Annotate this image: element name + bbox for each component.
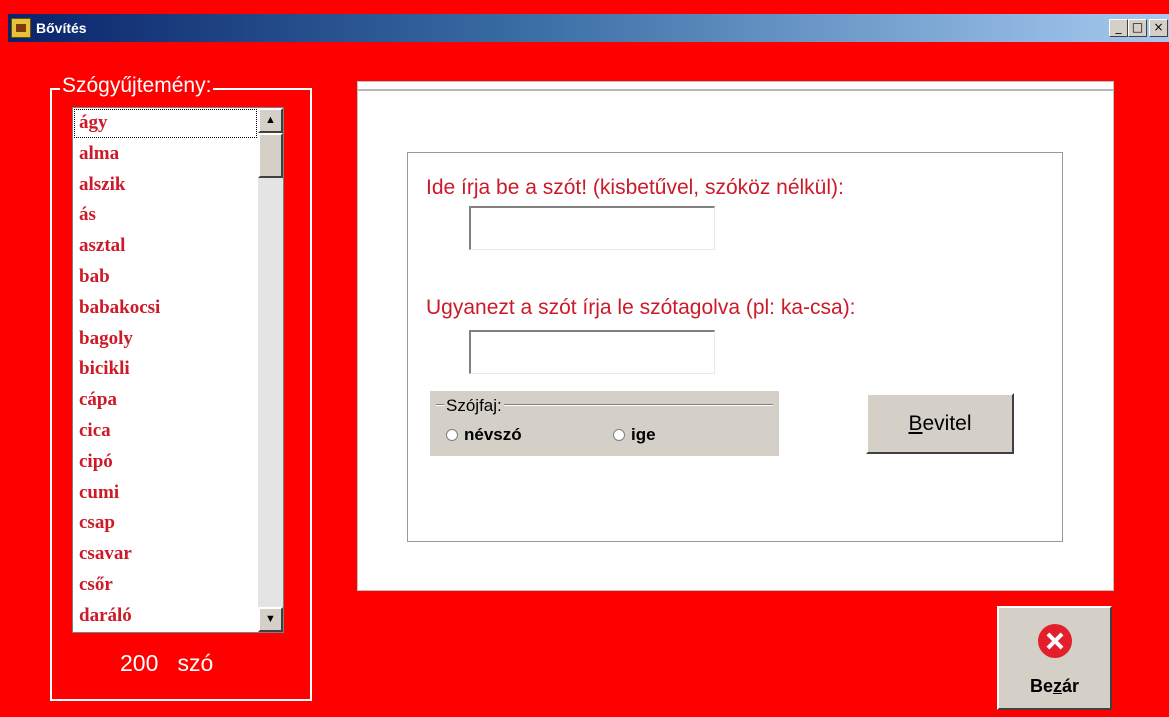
part-of-speech-group: Szójfaj: névszó ige (430, 391, 779, 456)
list-scrollbar[interactable]: ▲ ▼ (258, 108, 283, 632)
word-list-items: ágy alma alszik ás asztal bab babakocsi bagoly b… (73, 108, 258, 632)
submit-label-rest: evitel (922, 412, 972, 435)
close-window-button[interactable]: × (1149, 19, 1168, 37)
list-item[interactable]: csap (73, 508, 258, 539)
list-item[interactable]: alszik (73, 170, 258, 201)
list-item[interactable]: cápa (73, 385, 258, 416)
scroll-thumb[interactable] (258, 133, 283, 178)
pos-group-title: Szójfaj: (444, 396, 504, 416)
panel-divider (358, 89, 1113, 91)
close-button[interactable]: Bezár (997, 606, 1112, 710)
list-item[interactable]: cumi (73, 478, 258, 509)
list-item[interactable]: bagoly (73, 324, 258, 355)
syllable-input[interactable] (469, 330, 715, 374)
app-icon (11, 18, 31, 38)
radio-ige-label: ige (631, 425, 656, 444)
word-count: 200 szó (120, 650, 213, 677)
word-count-number: 200 (120, 650, 159, 676)
radio-button-icon[interactable] (446, 429, 458, 441)
close-button-label: Bezár (1029, 676, 1080, 696)
list-item[interactable]: alma (73, 139, 258, 170)
title-bar[interactable]: Bővítés _ □ × (8, 14, 1169, 42)
radio-ige[interactable]: ige (613, 425, 656, 445)
word-collection-title: Szógyűjtemény: (60, 74, 214, 98)
submit-button[interactable]: Bevitel (866, 393, 1014, 454)
list-item[interactable]: csőr (73, 570, 258, 601)
scroll-down-icon[interactable]: ▼ (258, 607, 283, 632)
submit-accel-letter: B (908, 412, 923, 435)
list-item[interactable]: cipó (73, 447, 258, 478)
list-item[interactable]: ás (73, 200, 258, 231)
word-input-label: Ide írja be a szót! (kisbetűvel, szóköz … (426, 176, 844, 199)
main-window: Bővítés _ □ × Szógyűjtemény: ágy alma alsz… (0, 0, 1169, 717)
minimize-button[interactable]: _ (1109, 19, 1128, 37)
list-item[interactable]: daráló (73, 601, 258, 632)
list-item[interactable]: asztal (73, 231, 258, 262)
window-title: Bővítés (36, 20, 87, 36)
radio-nevszo[interactable]: névszó (446, 425, 522, 445)
list-item[interactable]: cica (73, 416, 258, 447)
close-icon (1038, 624, 1072, 658)
word-count-unit: szó (177, 650, 214, 676)
radio-nevszo-label: névszó (464, 425, 522, 444)
word-listbox[interactable]: ágy alma alszik ás asztal bab babakocsi bagoly b… (72, 107, 284, 633)
list-item[interactable]: csavar (73, 539, 258, 570)
maximize-button[interactable]: □ (1128, 19, 1147, 37)
list-item[interactable]: ágy (73, 108, 258, 139)
list-item[interactable]: babakocsi (73, 293, 258, 324)
list-item[interactable]: bab (73, 262, 258, 293)
syllable-input-label: Ugyanezt a szót írja le szótagolva (pl: … (426, 296, 856, 319)
scroll-up-icon[interactable]: ▲ (258, 108, 283, 133)
word-input[interactable] (469, 206, 715, 250)
radio-button-icon[interactable] (613, 429, 625, 441)
list-item[interactable]: bicikli (73, 354, 258, 385)
